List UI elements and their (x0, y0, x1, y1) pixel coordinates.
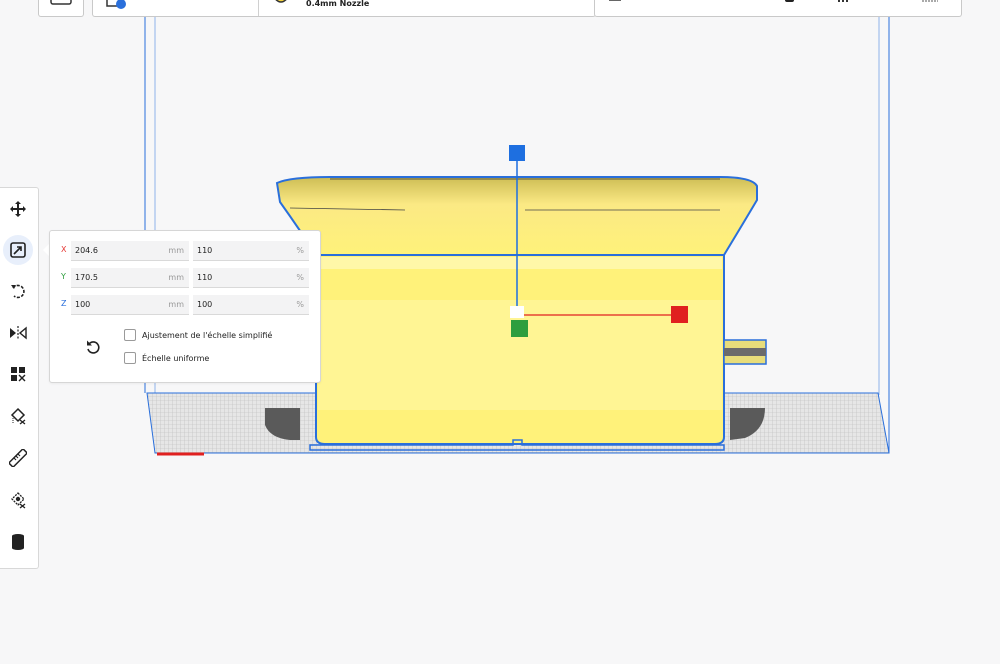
scale-panel: X 204.6 mm 110 % Y 170.5 mm 110 % Z 100 … (49, 230, 321, 383)
z-percent-unit: % (296, 300, 304, 309)
y-scale-row: Y 170.5 mm 110 % (50, 268, 320, 288)
reset-icon (87, 340, 100, 354)
measure-tool[interactable] (0, 440, 36, 476)
snap-scaling-checkbox[interactable]: Ajustement de l'échelle simplifié (124, 328, 272, 342)
scale-tool[interactable] (0, 232, 36, 268)
y-scale-handle (511, 320, 528, 337)
rotate-tool[interactable] (0, 273, 36, 309)
support-icon (785, 0, 794, 2)
uniform-scaling-checkbox[interactable]: Échelle uniforme (124, 351, 209, 365)
nozzle-icon (275, 0, 287, 3)
z-size-value: 100 (75, 300, 91, 309)
y-size-unit: mm (168, 273, 184, 282)
uniform-scaling-box[interactable] (124, 352, 136, 364)
nozzle-label: 0.4mm Nozzle (306, 0, 370, 8)
per-model-settings-icon (11, 492, 26, 509)
ruler-icon (9, 449, 27, 467)
z-scale-row: Z 100 mm 100 % (50, 295, 320, 315)
per-model-settings-tool[interactable] (0, 482, 36, 518)
y-percent-unit: % (296, 273, 304, 282)
top-toolbar: 0.4mm Nozzle (0, 0, 1000, 18)
support-tool[interactable] (0, 524, 36, 560)
support-blocker-tool[interactable] (0, 398, 36, 434)
z-size-unit: mm (168, 300, 184, 309)
printer-icon (106, 0, 126, 9)
z-axis-label: Z (61, 299, 67, 308)
reset-scale-button[interactable] (83, 337, 103, 357)
x-percent-input[interactable]: 110 % (193, 241, 309, 261)
snap-scaling-label: Ajustement de l'échelle simplifié (142, 330, 273, 340)
x-size-unit: mm (168, 246, 184, 255)
x-axis-label: X (61, 245, 67, 254)
z-percent-value: 100 (197, 300, 213, 309)
y-size-input[interactable]: 170.5 mm (71, 268, 189, 288)
snap-scaling-box[interactable] (124, 329, 136, 341)
menu-button[interactable] (38, 0, 84, 17)
x-scale-row: X 204.6 mm 110 % (50, 241, 320, 261)
move-icon (10, 201, 26, 217)
arrange-icon (11, 367, 26, 382)
y-size-value: 170.5 (75, 273, 98, 282)
uniform-scaling-label: Échelle uniforme (142, 353, 210, 363)
y-percent-value: 110 (197, 273, 213, 282)
x-percent-unit: % (296, 246, 304, 255)
z-scale-handle (509, 145, 525, 161)
rotate-icon (11, 284, 25, 299)
mirror-tool[interactable] (0, 315, 36, 351)
cylinder-icon (12, 534, 24, 550)
y-axis-label: Y (61, 272, 66, 281)
adhesion-icon (838, 0, 848, 2)
z-size-input[interactable]: 100 mm (71, 295, 189, 315)
x-size-input[interactable]: 204.6 mm (71, 241, 189, 261)
mirror-icon (10, 326, 27, 340)
move-tool[interactable] (0, 191, 36, 227)
x-percent-value: 110 (197, 246, 213, 255)
x-scale-handle (671, 306, 688, 323)
scale-icon (10, 242, 26, 258)
print-settings-bar[interactable] (594, 0, 962, 17)
y-percent-input[interactable]: 110 % (193, 268, 309, 288)
center-handle (510, 306, 524, 318)
z-percent-input[interactable]: 100 % (193, 295, 309, 315)
arrange-tool[interactable] (0, 356, 36, 392)
x-size-value: 204.6 (75, 246, 98, 255)
support-blocker-icon (10, 407, 26, 425)
tool-sidebar (0, 187, 39, 569)
